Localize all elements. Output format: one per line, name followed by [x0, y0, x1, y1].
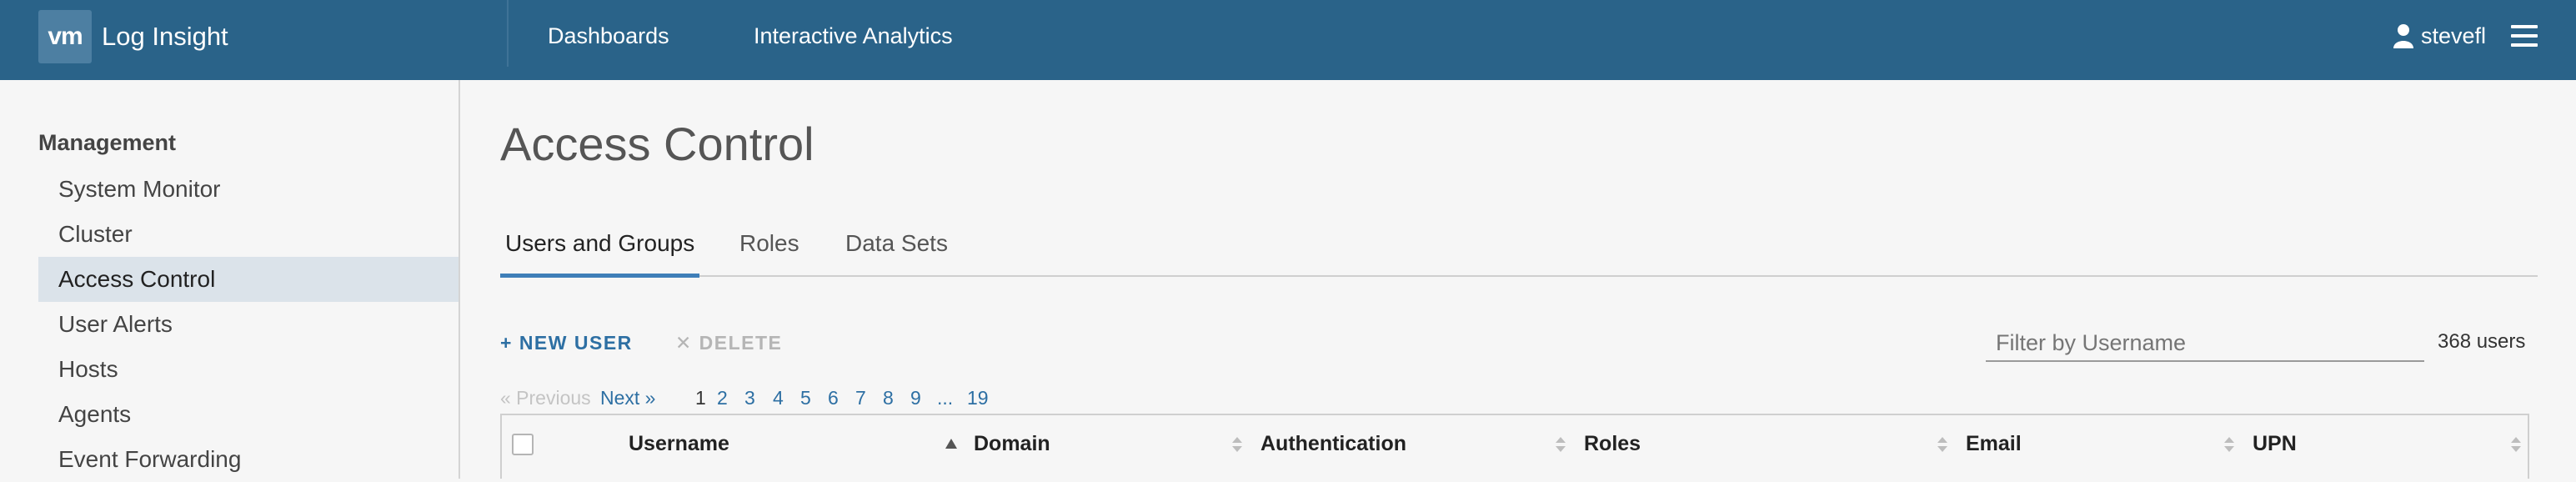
filter-username-input[interactable]: [1986, 325, 2424, 362]
column-header-email[interactable]: Email: [1966, 432, 2022, 456]
sort-icon[interactable]: [2511, 437, 2521, 452]
page-link-19[interactable]: 19: [967, 387, 989, 409]
top-header: vm Log Insight Dashboards Interactive An…: [0, 0, 2576, 80]
app-title[interactable]: Log Insight: [102, 22, 228, 52]
column-header-roles[interactable]: Roles: [1584, 432, 1641, 456]
column-header-domain[interactable]: Domain: [974, 432, 1050, 456]
nav-interactive-analytics[interactable]: Interactive Analytics: [754, 23, 953, 49]
sort-ascending-icon[interactable]: [945, 439, 957, 449]
sidebar-item-user-alerts[interactable]: User Alerts: [38, 302, 459, 347]
page-link-8[interactable]: 8: [883, 387, 894, 409]
user-count: 368 users: [2438, 330, 2526, 353]
new-user-button[interactable]: + NEW USER: [500, 332, 633, 354]
tab-bar: Users and Groups Roles Data Sets: [500, 218, 2538, 278]
user-icon[interactable]: [2393, 23, 2414, 48]
sort-icon[interactable]: [2224, 437, 2234, 452]
sort-icon[interactable]: [1232, 437, 1242, 452]
sidebar-item-system-monitor[interactable]: System Monitor: [38, 167, 459, 212]
tab-users-and-groups[interactable]: Users and Groups: [500, 230, 700, 278]
tab-data-sets[interactable]: Data Sets: [840, 230, 953, 274]
nav-dashboards[interactable]: Dashboards: [548, 23, 669, 49]
sidebar-item-hosts[interactable]: Hosts: [38, 347, 459, 392]
sidebar-item-event-forwarding[interactable]: Event Forwarding: [38, 437, 459, 482]
sort-icon[interactable]: [1556, 437, 1566, 452]
select-all-checkbox[interactable]: [512, 434, 534, 455]
column-header-authentication[interactable]: Authentication: [1260, 432, 1406, 456]
sort-icon[interactable]: [1937, 437, 1947, 452]
page-title: Access Control: [500, 118, 814, 170]
column-header-upn[interactable]: UPN: [2253, 432, 2297, 456]
users-table: Username Domain Authentication Roles Ema…: [500, 414, 2529, 479]
page-link-9[interactable]: 9: [910, 387, 921, 409]
sidebar: Management System Monitor Cluster Access…: [0, 80, 460, 479]
vmware-logo[interactable]: vm: [38, 10, 92, 63]
page-ellipsis: ...: [937, 387, 954, 409]
tab-roles[interactable]: Roles: [734, 230, 804, 274]
sidebar-item-agents[interactable]: Agents: [38, 392, 459, 437]
table-header-row: Username Domain Authentication Roles Ema…: [502, 415, 2528, 479]
page-link-6[interactable]: 6: [828, 387, 839, 409]
sidebar-heading: Management: [38, 130, 177, 155]
pagination-previous: « Previous: [500, 387, 591, 409]
page-link-7[interactable]: 7: [855, 387, 866, 409]
delete-button[interactable]: ✕ DELETE: [675, 332, 782, 354]
page-link-2[interactable]: 2: [717, 387, 728, 409]
pagination-next[interactable]: Next »: [600, 387, 655, 409]
page-link-1[interactable]: 1: [695, 387, 706, 409]
page-link-4[interactable]: 4: [773, 387, 784, 409]
header-divider: [507, 0, 509, 67]
page-link-3[interactable]: 3: [744, 387, 755, 409]
hamburger-menu-icon[interactable]: [2511, 25, 2538, 47]
sidebar-item-cluster[interactable]: Cluster: [38, 212, 459, 257]
page-link-5[interactable]: 5: [800, 387, 811, 409]
column-header-username[interactable]: Username: [629, 432, 729, 456]
username-label[interactable]: stevefl: [2421, 23, 2486, 49]
sidebar-item-access-control[interactable]: Access Control: [38, 257, 459, 302]
logo-text: vm: [48, 23, 83, 50]
